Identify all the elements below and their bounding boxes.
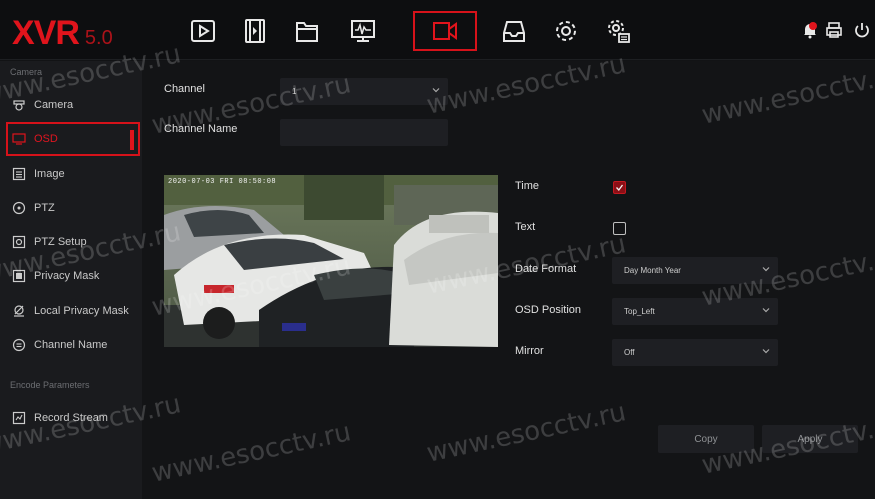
text-checkbox[interactable] [613,222,626,235]
monitor-icon [12,132,26,146]
video-clips-icon[interactable] [233,10,277,52]
text-label: Text [515,221,536,233]
sidebar-item-record-stream[interactable]: Record Stream [0,401,142,435]
sidebar: Camera Camera OSD Image PTZ PTZ Setup Pr… [0,61,142,499]
date-format-value: Day Month Year [624,266,681,275]
ptz-setup-icon [12,235,26,249]
time-checkbox[interactable] [613,181,626,194]
ptz-icon [12,201,26,215]
files-icon[interactable] [285,10,329,52]
date-format-label: Date Format [515,263,577,275]
playback-icon[interactable] [181,10,225,52]
sidebar-item-osd[interactable]: OSD [6,122,140,156]
sidebar-item-label: Local Privacy Mask [34,305,129,317]
storage-icon[interactable] [492,10,536,52]
sidebar-item-privacy-mask[interactable]: Privacy Mask [0,259,142,293]
sidebar-item-channel-name[interactable]: Channel Name [0,328,142,362]
osd-position-value: Top_Left [624,307,655,316]
sidebar-item-image[interactable]: Image [0,157,142,191]
alarm-bell-icon[interactable] [800,20,820,40]
sidebar-item-label: OSD [34,133,58,145]
channel-name-label: Channel Name [164,123,238,135]
xvr-logo: XVR 5.0 [12,14,113,52]
system-settings-icon[interactable] [596,10,640,52]
channel-select[interactable]: 1 [280,78,448,105]
monitor-icon[interactable] [341,10,385,52]
sidebar-section-camera: Camera [10,67,43,77]
sidebar-item-label: Privacy Mask [34,270,100,282]
mirror-label: Mirror [515,345,544,357]
sidebar-item-ptz[interactable]: PTZ [0,191,142,225]
top-bar: XVR 5.0 [0,0,875,60]
sidebar-item-label: Camera [34,99,74,111]
chevron-down-icon [762,349,770,354]
sidebar-item-local-privacy-mask[interactable]: Local Privacy Mask [0,294,142,328]
mirror-value: Off [624,348,635,357]
sidebar-item-label: Channel Name [34,339,108,351]
camera-preview: 2020-07-03 FRI 08:50:08 [164,175,498,347]
date-format-select[interactable]: Day Month Year [612,257,778,284]
osd-settings-panel: Channel 1 Channel Name 2020-07-03 FRI 08… [142,61,875,499]
sidebar-item-label: PTZ [34,202,55,214]
channel-name-icon [12,338,26,352]
camera-icon[interactable] [413,11,477,51]
apply-button[interactable]: Apply [762,425,858,453]
logo-brand: XVR [12,14,80,52]
sidebar-item-ptz-setup[interactable]: PTZ Setup [0,225,142,259]
copy-button[interactable]: Copy [658,425,754,453]
checkmark-icon [616,184,624,192]
osd-position-select[interactable]: Top_Left [612,298,778,325]
camera-icon [12,98,26,112]
power-icon[interactable] [852,20,872,40]
settings-icon[interactable] [544,10,588,52]
print-icon[interactable] [824,20,844,40]
chevron-down-icon [762,308,770,313]
sidebar-section-encode: Encode Parameters [10,380,90,390]
time-label: Time [515,180,540,192]
channel-label: Channel [164,83,205,95]
local-privacy-mask-icon [12,304,26,318]
sidebar-item-label: Record Stream [34,412,108,424]
logo-version: 5.0 [84,27,113,49]
osd-position-label: OSD Position [515,304,582,316]
chevron-down-icon [432,88,440,93]
sidebar-item-camera[interactable]: Camera [0,88,142,122]
image-icon [12,167,26,181]
mirror-select[interactable]: Off [612,339,778,366]
channel-select-value: 1 [292,87,297,96]
active-indicator [130,130,134,150]
record-stream-icon [12,411,26,425]
camera-preview-image [164,175,498,347]
sidebar-item-label: Image [34,168,65,180]
privacy-mask-icon [12,269,26,283]
chevron-down-icon [762,267,770,272]
channel-name-input[interactable] [280,119,448,146]
sidebar-item-label: PTZ Setup [34,236,87,248]
preview-timestamp: 2020-07-03 FRI 08:50:08 [168,178,277,186]
